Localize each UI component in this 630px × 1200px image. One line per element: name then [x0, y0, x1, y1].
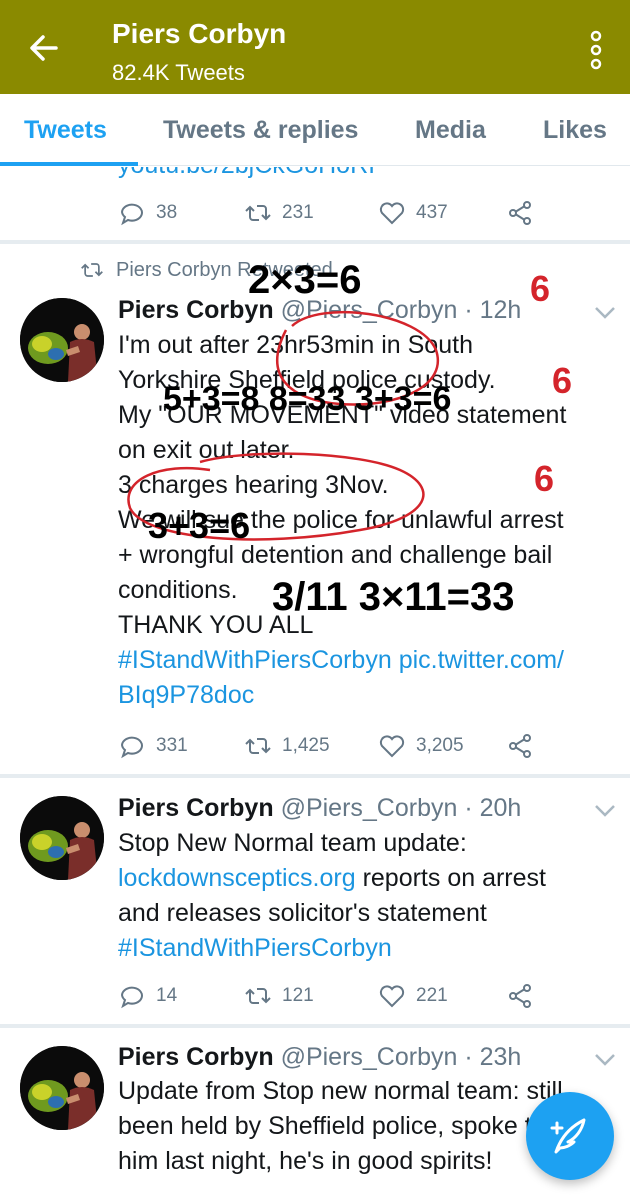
app-bar: Piers Corbyn 82.4K Tweets [0, 0, 630, 94]
retweet-button[interactable]: 231 [244, 198, 314, 228]
like-button[interactable]: 3,205 [378, 731, 464, 761]
tweet-count: 82.4K Tweets [112, 60, 245, 85]
retweet-count: 121 [282, 985, 314, 1006]
like-count: 437 [416, 202, 448, 223]
share-button[interactable] [506, 731, 534, 761]
reply-count: 331 [156, 735, 188, 756]
avatar[interactable] [20, 1046, 104, 1130]
annotation-text: 6 [530, 268, 551, 309]
retweet-count: 231 [282, 202, 314, 223]
annotation-text: 3+3=6 [148, 505, 251, 546]
retweet-small-icon [81, 263, 103, 277]
active-tab-indicator [0, 162, 138, 166]
annotation-text: 5+3=8 8=33 3+3=6 [163, 380, 452, 418]
like-button[interactable]: 221 [378, 981, 448, 1011]
chevron-down-icon[interactable] [594, 1053, 616, 1067]
compose-tweet-button[interactable] [526, 1092, 614, 1180]
heart-icon [379, 985, 405, 1008]
profile-photo [20, 796, 104, 880]
tab-tweets[interactable]: Tweets [24, 116, 107, 145]
annotation-text: 3/11 3×11=33 [272, 575, 515, 619]
share-icon [509, 734, 531, 758]
reply-count: 14 [156, 985, 178, 1006]
profile-tabs: Tweets Tweets & replies Media Likes [0, 94, 630, 166]
tweet-line: I'm out after 23hr53min in South [118, 331, 473, 359]
tweet-actions: 331 1,425 3,205 [0, 731, 630, 761]
tweet-divider [0, 774, 630, 778]
more-options-icon[interactable] [586, 30, 606, 70]
share-icon [509, 201, 531, 225]
reply-button[interactable]: 38 [118, 198, 177, 228]
tweet-header: Piers Corbyn @Piers_Corbyn · 23h [118, 1043, 521, 1072]
profile-photo [20, 298, 104, 382]
avatar[interactable] [20, 796, 104, 880]
reply-button[interactable]: 331 [118, 731, 188, 761]
like-button[interactable]: 437 [378, 198, 448, 228]
reply-icon [120, 986, 143, 1009]
reply-icon [120, 736, 143, 759]
hashtag-link[interactable]: #IStandWithPiersCorbyn [118, 646, 392, 674]
like-count: 3,205 [416, 735, 464, 756]
share-button[interactable] [506, 198, 534, 228]
heart-icon [379, 735, 405, 758]
author-name[interactable]: Piers Corbyn [118, 794, 274, 822]
like-count: 221 [416, 985, 448, 1006]
tweet-line-rest: reports on arrest [355, 864, 546, 892]
author-handle-time: @Piers_Corbyn · 23h [280, 1043, 522, 1071]
tab-likes[interactable]: Likes [543, 116, 607, 145]
profile-title: Piers Corbyn [112, 18, 287, 49]
tweet-divider [0, 240, 630, 244]
lockdownsceptics-link[interactable]: lockdownsceptics.org [118, 864, 356, 892]
pic-link[interactable]: pic.twitter.com/ [399, 646, 564, 674]
retweet-count: 1,425 [282, 735, 330, 756]
author-handle-time: @Piers_Corbyn · 20h [280, 794, 522, 822]
clipped-tweet-area: youtu.be/2bjCkGoHoRI [0, 167, 630, 181]
tweet-line: Stop New Normal team update: [118, 829, 467, 857]
tweet-line: and releases solicitor's statement [118, 899, 487, 927]
avatar[interactable] [20, 298, 104, 382]
reply-count: 38 [156, 202, 178, 223]
annotation-text: 6 [534, 458, 555, 499]
retweet-icon [245, 988, 271, 1004]
tab-tweets-and-replies[interactable]: Tweets & replies [163, 116, 358, 145]
tweet-divider [0, 1024, 630, 1028]
chevron-down-icon[interactable] [594, 804, 616, 818]
share-button[interactable] [506, 981, 534, 1011]
annotation-text: 6 [552, 360, 573, 401]
author-name[interactable]: Piers Corbyn [118, 1043, 274, 1071]
tweet-header: Piers Corbyn @Piers_Corbyn · 20h [118, 794, 521, 823]
reply-icon [120, 203, 143, 226]
retweet-icon [245, 205, 271, 221]
tweet-actions: 38 231 437 [0, 198, 630, 228]
chevron-down-icon[interactable] [594, 306, 616, 320]
heart-icon [379, 202, 405, 225]
retweet-button[interactable]: 1,425 [244, 731, 330, 761]
pic-link-continued[interactable]: BIq9P78doc [118, 681, 254, 709]
profile-photo [20, 1046, 104, 1130]
retweet-icon [245, 738, 271, 754]
share-icon [509, 984, 531, 1008]
retweet-button[interactable]: 121 [244, 981, 314, 1011]
reply-button[interactable]: 14 [118, 981, 177, 1011]
back-arrow-icon[interactable] [26, 30, 62, 66]
clipped-link[interactable]: youtu.be/2bjCkGoHoRI [118, 167, 375, 180]
tab-media[interactable]: Media [415, 116, 486, 145]
compose-feather-icon [550, 1118, 586, 1154]
tweet-actions: 14 121 221 [0, 981, 630, 1011]
annotation-text: 2×3=6 [248, 258, 362, 302]
hashtag-link[interactable]: #IStandWithPiersCorbyn [118, 934, 392, 962]
tweet-text: Stop New Normal team update: lockdownsce… [118, 826, 618, 966]
